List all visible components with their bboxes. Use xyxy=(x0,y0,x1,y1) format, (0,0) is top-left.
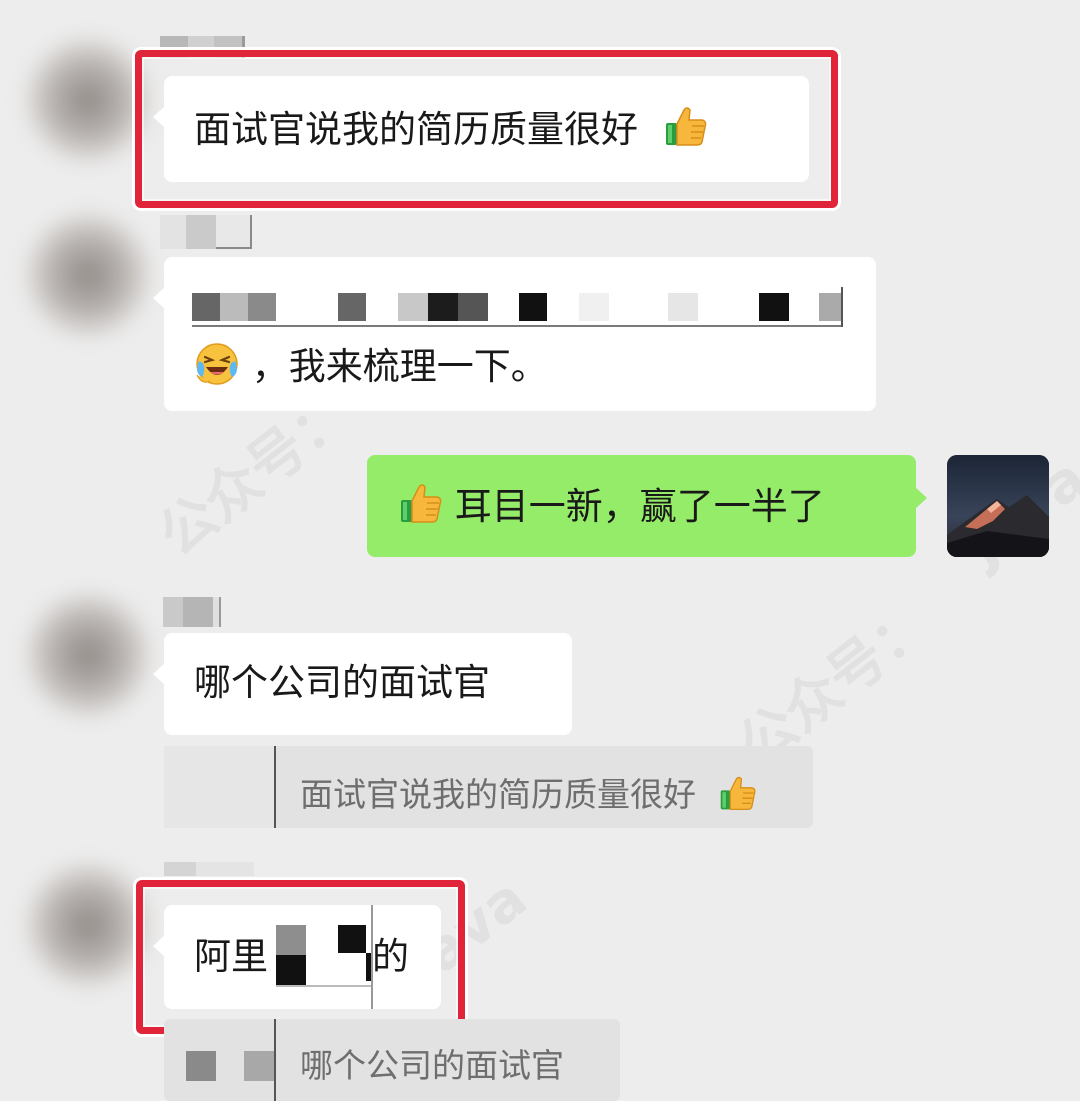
redacted-nickname xyxy=(164,862,254,876)
message-bubble[interactable]: 耳目一新，赢了一半了 xyxy=(367,455,927,557)
message-text: ，我来梳理一下。 xyxy=(251,345,548,388)
message-text: 面试官说我的简历质量很好 xyxy=(194,108,638,151)
redacted-company-name xyxy=(276,905,373,1009)
message-text: 哪个公司的面试官 xyxy=(194,661,490,704)
thumbs-up-icon xyxy=(399,481,443,525)
message-text: 的 xyxy=(372,935,409,978)
quote-divider xyxy=(274,1019,276,1101)
quoted-message[interactable]: 哪个公司的面试官 xyxy=(164,1019,620,1101)
contact-avatar[interactable] xyxy=(28,40,148,160)
message-bubble[interactable]: 阿里 的 xyxy=(153,905,441,1009)
laughing-crying-icon xyxy=(194,341,240,387)
my-avatar[interactable] xyxy=(947,455,1049,557)
thumbs-up-icon xyxy=(719,774,757,812)
quote-text: 哪个公司的面试官 xyxy=(300,1046,564,1085)
thumbs-up-icon xyxy=(664,104,708,148)
contact-avatar[interactable] xyxy=(28,215,148,335)
redacted-quote-sender xyxy=(186,1051,216,1081)
message-bubble[interactable]: ，我来梳理一下。 xyxy=(153,257,876,411)
quoted-message[interactable]: 面试官说我的简历质量很好 xyxy=(164,746,813,828)
contact-avatar[interactable] xyxy=(28,865,148,985)
message-bubble[interactable]: 哪个公司的面试官 xyxy=(153,633,572,735)
redacted-nickname xyxy=(160,215,252,249)
contact-avatar[interactable] xyxy=(28,595,148,715)
message-bubble[interactable]: 面试官说我的简历质量很好 xyxy=(153,76,809,182)
redacted-nickname xyxy=(163,597,221,627)
redacted-text-line xyxy=(192,287,843,327)
message-text: 阿里 xyxy=(194,935,268,978)
message-text: 耳目一新，赢了一半了 xyxy=(454,485,825,528)
quote-text: 面试官说我的简历质量很好 xyxy=(300,775,696,814)
quote-divider xyxy=(274,746,276,828)
